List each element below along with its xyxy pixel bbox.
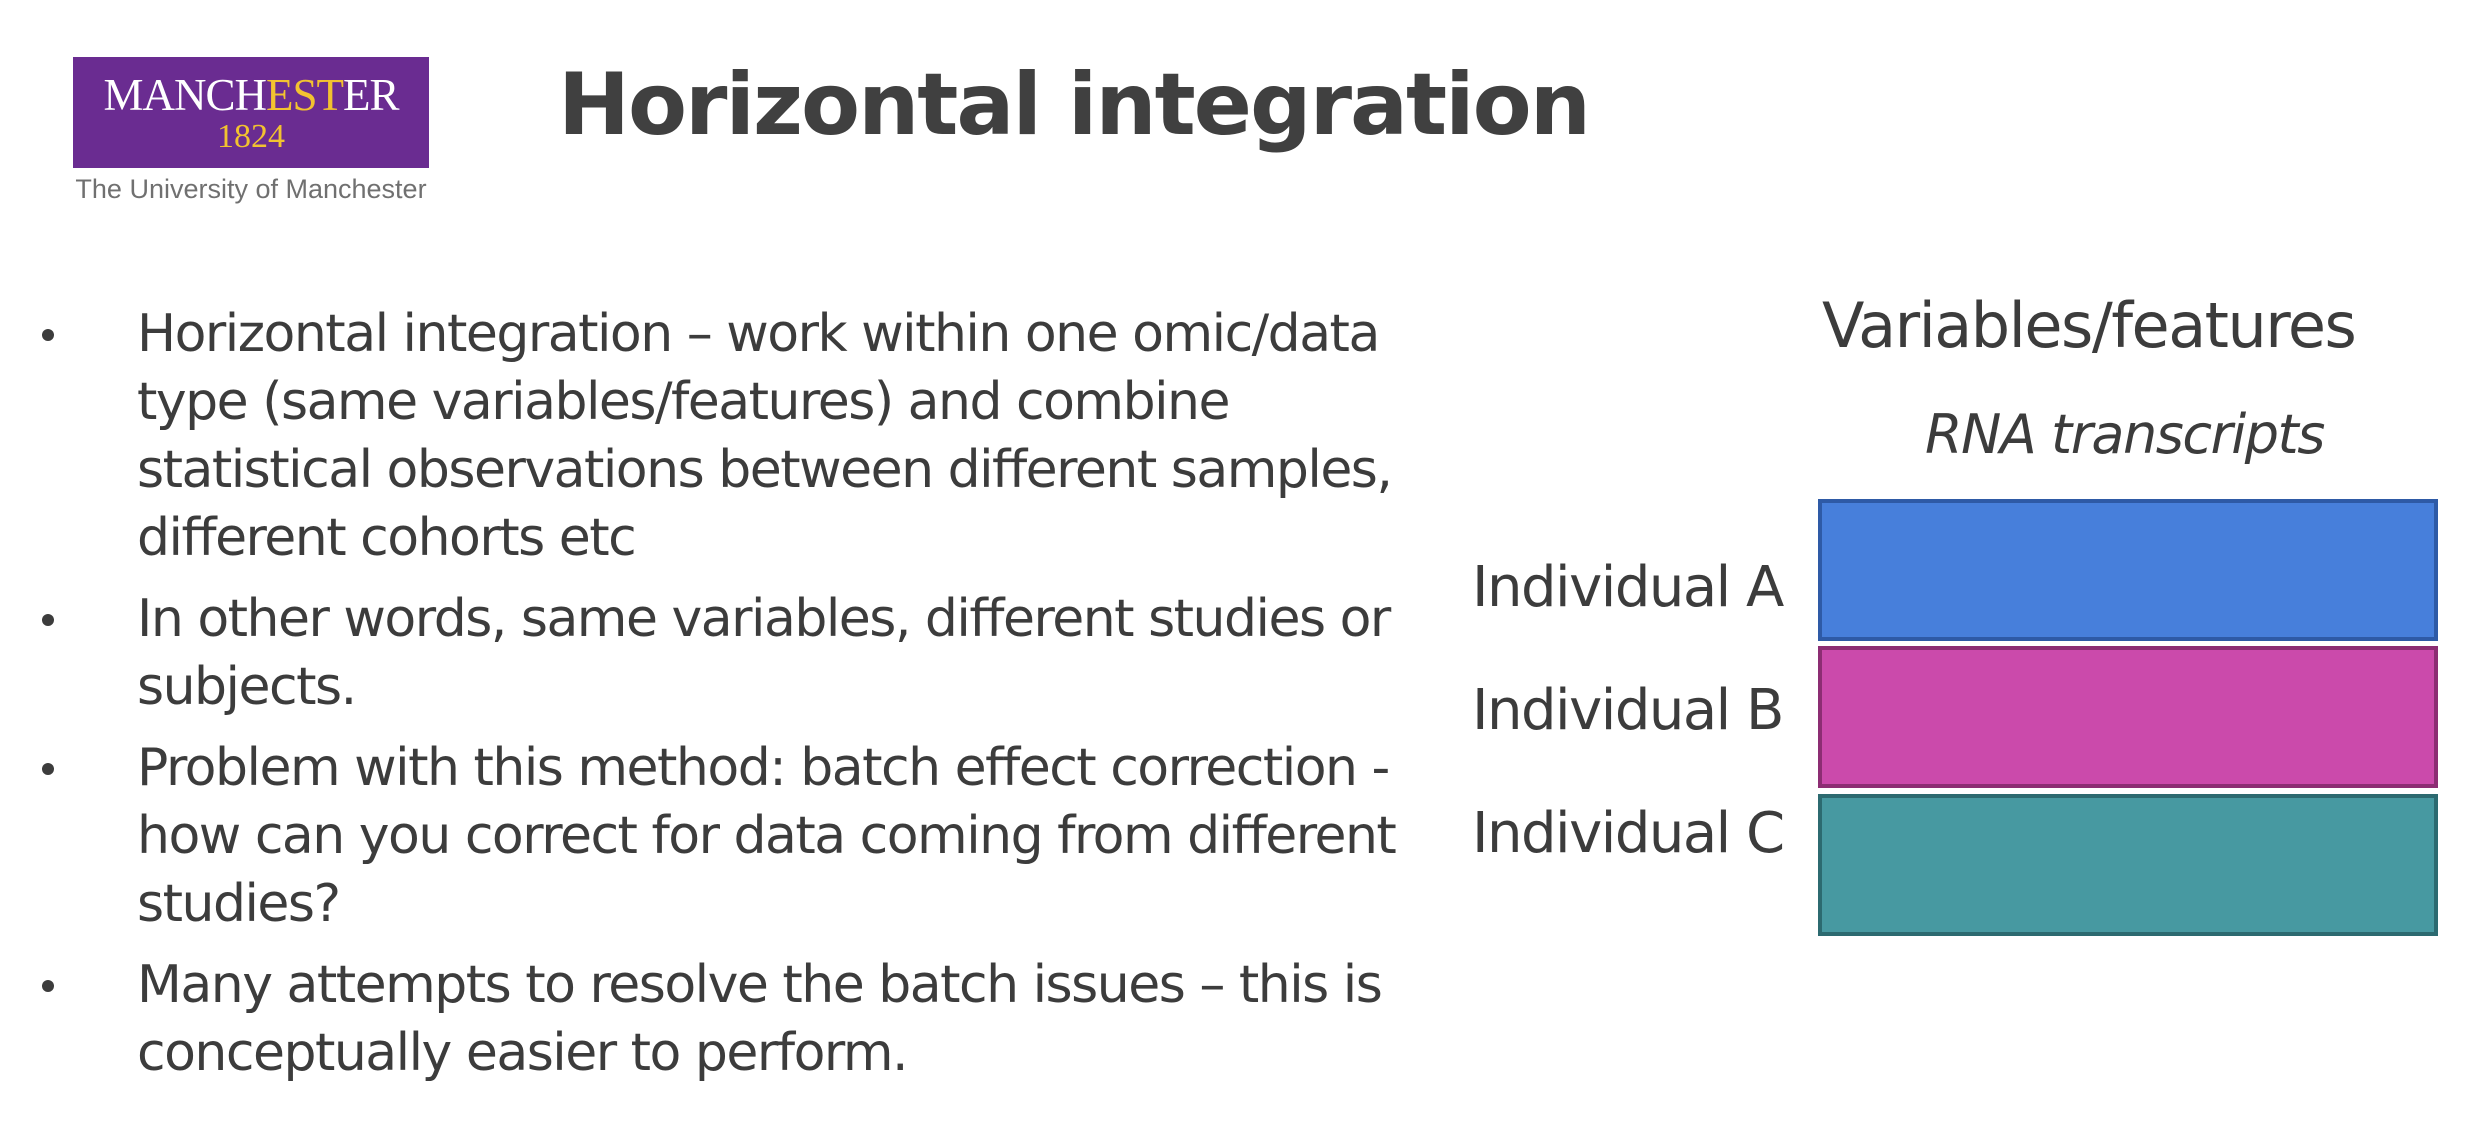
bullet-dot-icon	[42, 763, 54, 775]
data-bar-individual-a	[1818, 499, 2438, 641]
diagram-subheader: RNA transcripts	[1925, 403, 2325, 466]
bullet-dot-icon	[42, 980, 54, 992]
bullet-item: Horizontal integration – work within one…	[0, 300, 1420, 572]
bullet-text: Many attempts to resolve the batch issue…	[137, 955, 1383, 1083]
bullet-list: Horizontal integration – work within one…	[0, 300, 1420, 1100]
data-bar-individual-c	[1818, 794, 2438, 936]
bullet-text: Horizontal integration – work within one…	[137, 304, 1393, 568]
slide-title: Horizontal integration	[558, 55, 1591, 155]
bullet-text: In other words, same variables, differen…	[137, 589, 1391, 717]
university-logo: MANCHESTER 1824 The University of Manche…	[73, 57, 429, 205]
row-label-individual-a: Individual A	[1472, 555, 1784, 620]
bullet-dot-icon	[42, 329, 54, 341]
bullet-text: Problem with this method: batch effect c…	[137, 738, 1397, 934]
logo-crest-box: MANCHESTER 1824	[73, 57, 429, 168]
logo-year: 1824	[217, 118, 285, 155]
row-label-individual-b: Individual B	[1472, 678, 1784, 743]
bullet-dot-icon	[42, 614, 54, 626]
data-bar-individual-b	[1818, 646, 2438, 788]
bullet-item: In other words, same variables, differen…	[0, 585, 1420, 721]
diagram-header: Variables/features	[1822, 289, 2357, 362]
logo-wordmark: MANCHESTER	[103, 70, 399, 120]
logo-tagline: The University of Manchester	[75, 174, 427, 204]
bullet-item: Problem with this method: batch effect c…	[0, 734, 1420, 938]
row-label-individual-c: Individual C	[1472, 801, 1785, 866]
bullet-item: Many attempts to resolve the batch issue…	[0, 951, 1420, 1087]
